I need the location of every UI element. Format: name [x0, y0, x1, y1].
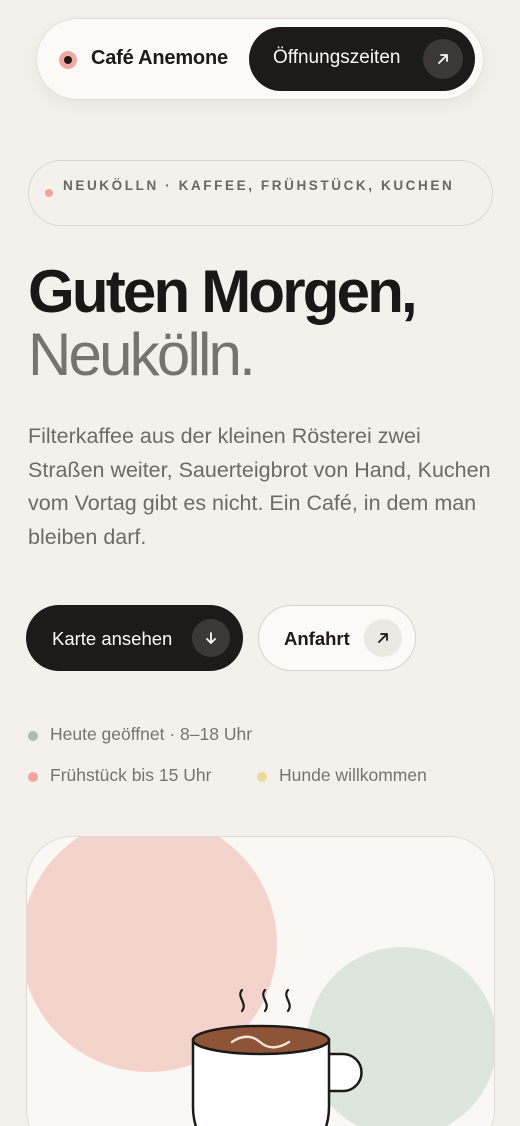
arrow-up-right-icon — [423, 39, 463, 79]
green-circle-shape — [307, 947, 494, 1126]
info-open-hours-text: Heute geöffnet · 8–18 Uhr — [50, 724, 253, 744]
coffee-cup-illustration — [27, 837, 494, 1126]
category-tag: NEUKÖLLN · KAFFEE, FRÜHSTÜCK, KUCHEN — [28, 160, 493, 226]
status-dot-icon — [257, 772, 267, 782]
top-nav: Café Anemone Öffnungszeiten — [36, 18, 484, 100]
directions-button[interactable]: Anfahrt — [258, 605, 416, 671]
status-dot-icon — [28, 731, 38, 741]
view-menu-button[interactable]: Karte ansehen — [26, 605, 243, 671]
brand-dot-icon — [59, 51, 77, 69]
cup-handle-shape — [327, 1052, 363, 1093]
tag-text: NEUKÖLLN · KAFFEE, FRÜHSTÜCK, KUCHEN — [63, 178, 455, 193]
tag-dot-icon — [45, 189, 53, 197]
coffee-surface-shape — [191, 1024, 331, 1056]
view-menu-label: Karte ansehen — [52, 628, 173, 649]
info-breakfast-text: Frühstück bis 15 Uhr — [50, 765, 212, 785]
status-dot-icon — [28, 772, 38, 782]
hero-description: Filterkaffee aus der kleinen Rösterei zw… — [28, 424, 491, 549]
illustration-card — [26, 836, 495, 1126]
opening-hours-button[interactable]: Öffnungszeiten — [249, 27, 475, 91]
opening-hours-label: Öffnungszeiten — [273, 47, 401, 68]
brand-name[interactable]: Café Anemone — [91, 47, 228, 70]
info-dogs-text: Hunde willkommen — [279, 765, 427, 785]
hero-title: Guten Morgen, — [28, 258, 418, 325]
hero-title-location: Neukölln. — [28, 321, 256, 388]
arrow-down-icon — [192, 619, 230, 657]
directions-label: Anfahrt — [284, 628, 350, 649]
arrow-up-right-icon — [364, 619, 402, 657]
